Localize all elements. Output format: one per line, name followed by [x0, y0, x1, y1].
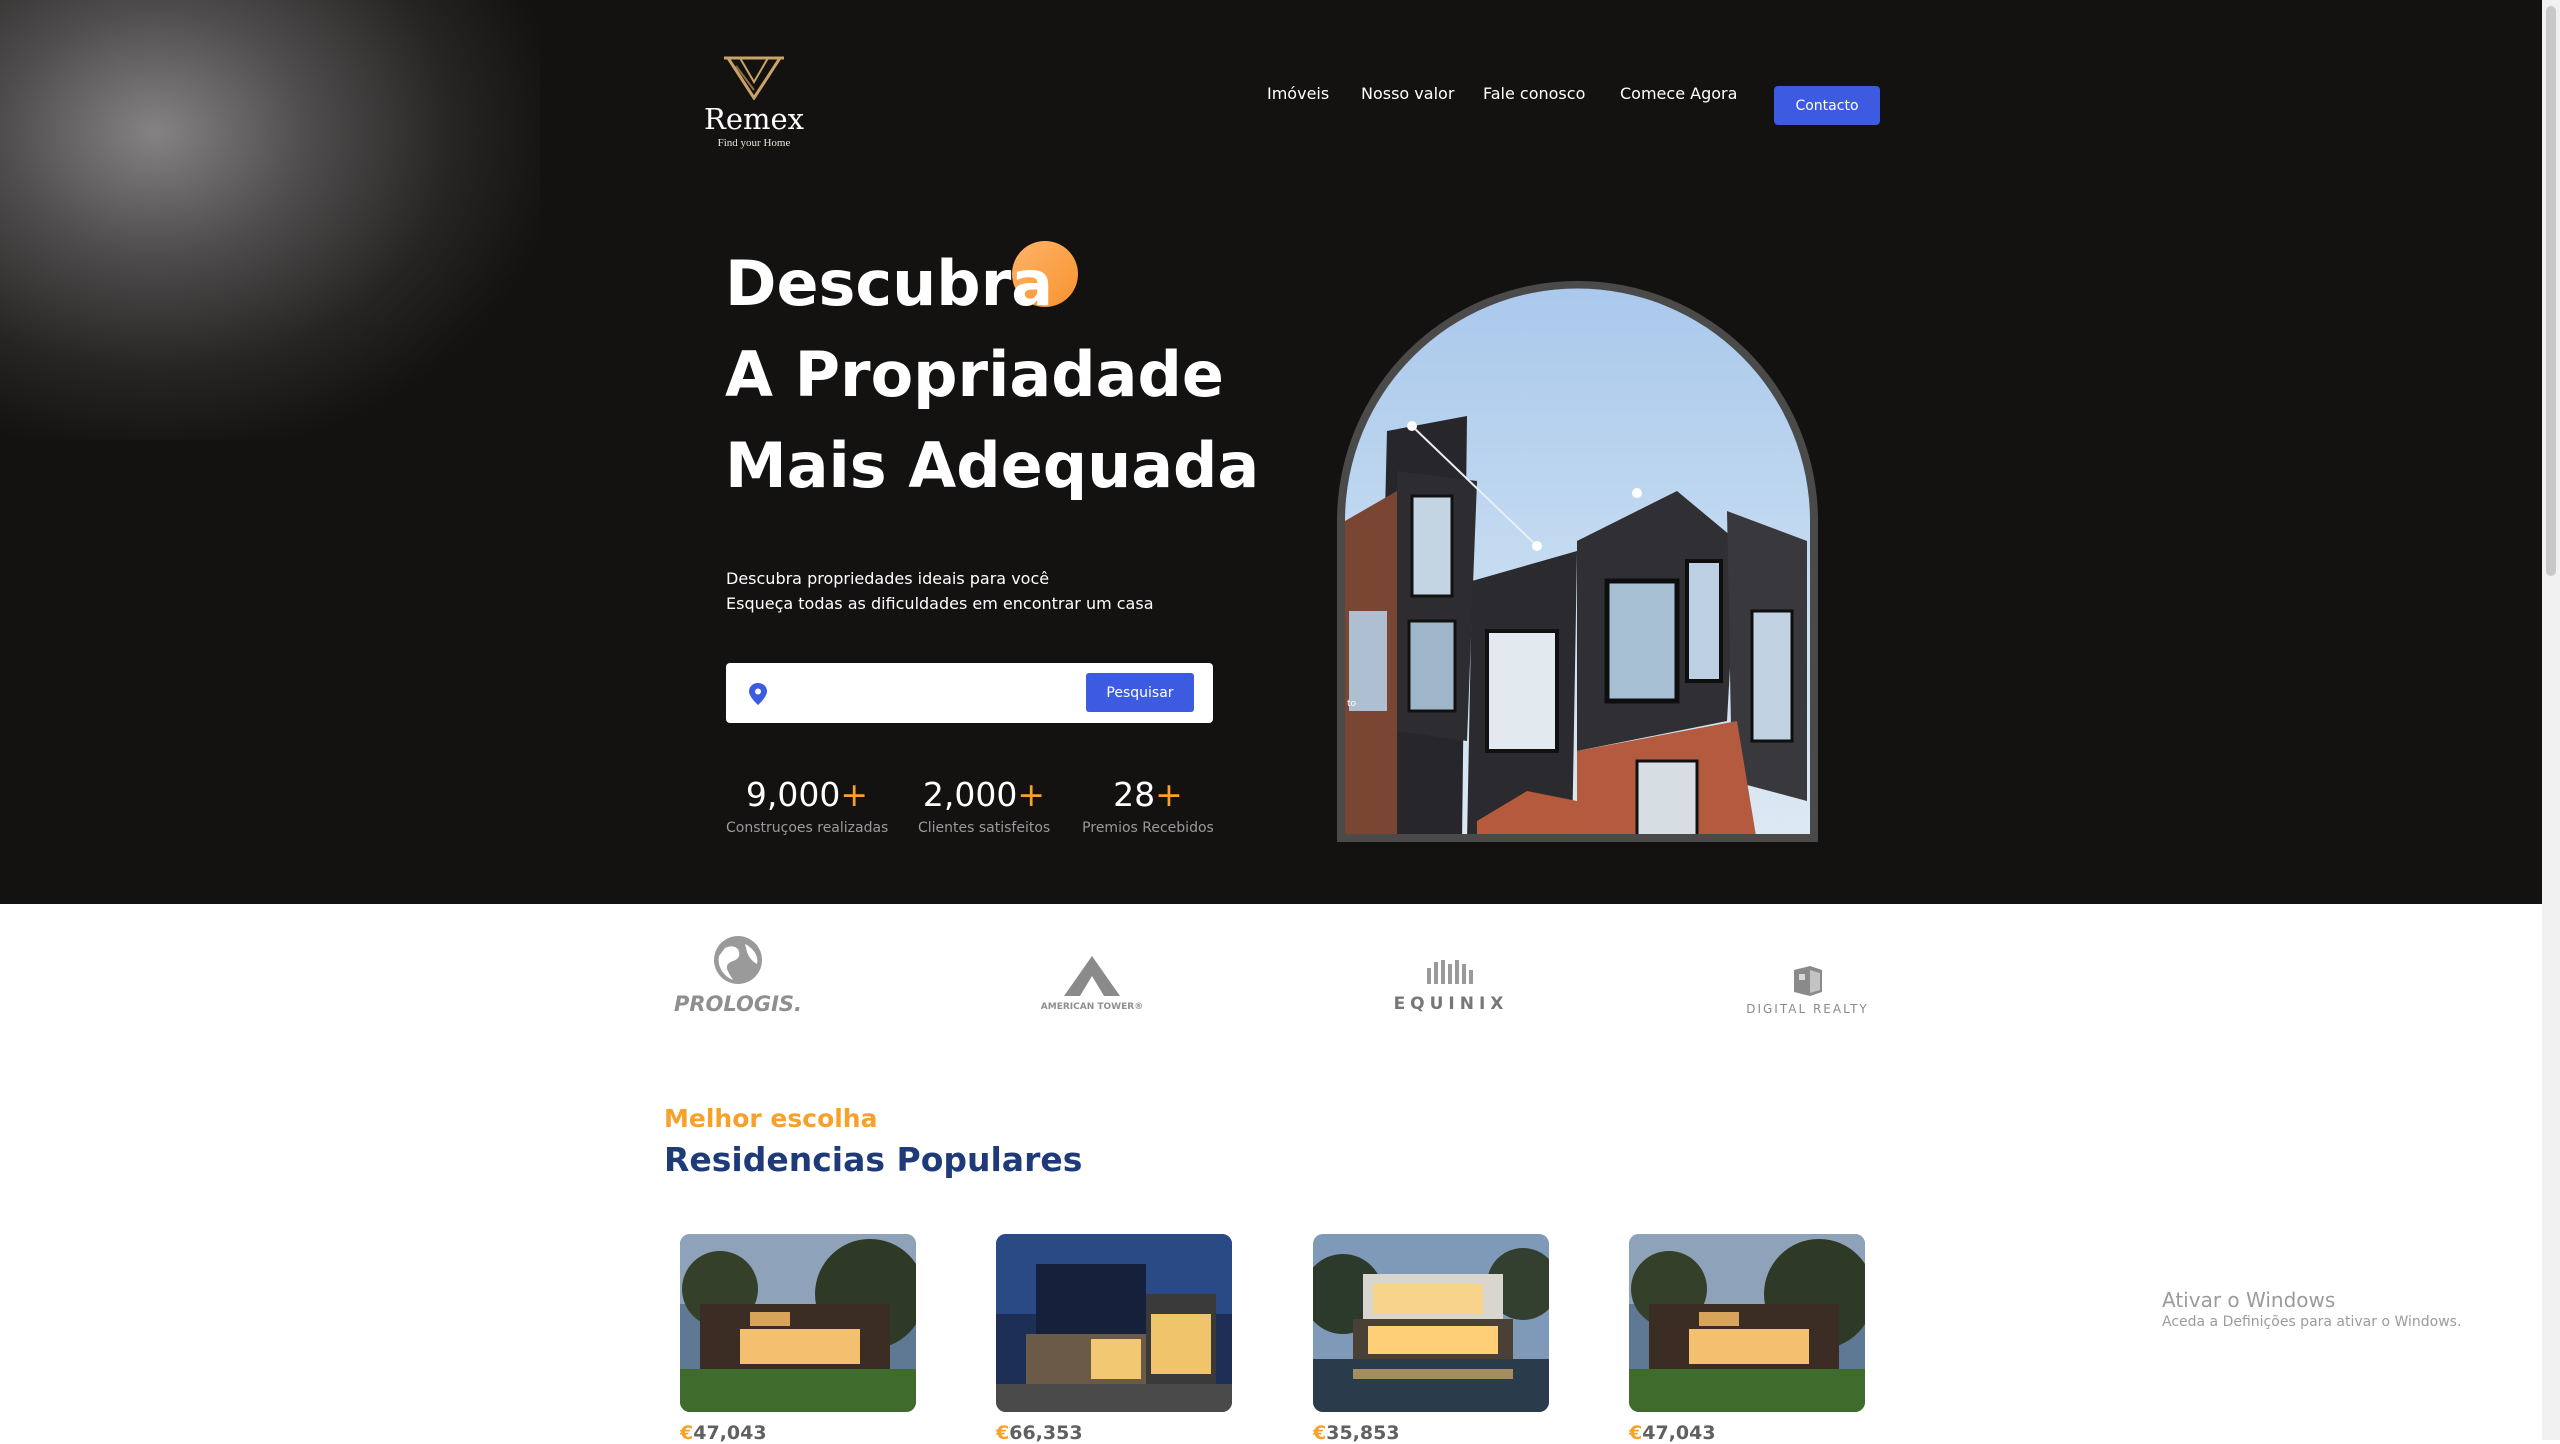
- hero-subtitle-line: Descubra propriedades ideais para você: [726, 569, 1050, 588]
- partner-american-tower: AMERICAN TOWER®: [1017, 956, 1167, 1012]
- hero-title-line: Mais Adequada: [725, 429, 1260, 502]
- partner-equinix: EQUINIX: [1376, 958, 1526, 1014]
- image-stray-text: to: [1347, 699, 1357, 709]
- nav-link-comece-agora[interactable]: Comece Agora: [1620, 84, 1737, 103]
- hero-subtitle-line: Esqueça todas as dificuldades em encontr…: [726, 594, 1154, 613]
- partner-suffix: .: [794, 992, 803, 1016]
- residence-price: 35,853: [1326, 1422, 1400, 1444]
- search-button[interactable]: Pesquisar: [1086, 673, 1194, 712]
- stat-clients: 2,000+ Clientes satisfeitos: [918, 773, 1050, 837]
- price-currency: €: [996, 1422, 1010, 1444]
- watermark-subtitle: Aceda a Definições para ativar o Windows…: [2162, 1314, 2462, 1330]
- nav-link-imoveis[interactable]: Imóveis: [1267, 84, 1329, 103]
- cube-icon: [1793, 966, 1822, 996]
- section-title: Residencias Populares: [664, 1140, 1083, 1179]
- location-pin-icon: [749, 683, 767, 705]
- hero-title-line: Descubra: [725, 247, 1054, 320]
- hero-section: Remex Find your Home Imóveis Nosso valor…: [0, 0, 2542, 904]
- hero-title: Descubra A Propriadade Mais Adequada: [725, 238, 1259, 511]
- stat-label: Clientes satisfeitos: [918, 820, 1051, 836]
- partner-name: DIGITAL REALTY: [1746, 1002, 1869, 1016]
- residence-image: [1313, 1234, 1549, 1412]
- stat-value: 28: [1113, 775, 1156, 814]
- stat-label: Construçoes realizadas: [726, 820, 889, 836]
- nav-link-nosso-valor[interactable]: Nosso valor: [1361, 84, 1454, 103]
- watermark-title: Ativar o Windows: [2162, 1288, 2336, 1312]
- section-eyebrow: Melhor escolha: [664, 1104, 878, 1133]
- price-currency: €: [1313, 1422, 1327, 1444]
- stat-suffix: +: [840, 775, 869, 814]
- residence-price: 47,043: [1642, 1422, 1716, 1444]
- tower-icon: [1064, 956, 1120, 996]
- scrollbar-thumb[interactable]: [2546, 6, 2556, 576]
- hero-title-line: A Propriadade: [725, 338, 1224, 411]
- stat-suffix: +: [1017, 775, 1046, 814]
- brand-logo[interactable]: Remex Find your Home: [700, 54, 808, 150]
- price-currency: €: [680, 1422, 694, 1444]
- residence-image: [1629, 1234, 1865, 1412]
- partner-digital-realty: DIGITAL REALTY: [1730, 964, 1885, 1016]
- background-glow: [0, 0, 540, 440]
- residence-card[interactable]: €66,353: [996, 1234, 1232, 1444]
- globe-icon: [714, 936, 762, 984]
- residence-card[interactable]: €35,853: [1313, 1234, 1549, 1444]
- stat-suffix: +: [1155, 775, 1183, 814]
- stat-value: 2,000: [922, 775, 1018, 814]
- hero-subtitle: Descubra propriedades ideais para você E…: [726, 566, 1154, 616]
- partner-logos: PROLOGIS. AMERICAN TOWER® EQUINIX DIGITA…: [0, 904, 2542, 1054]
- contact-button[interactable]: Contacto: [1774, 86, 1880, 125]
- partner-name: PROLOGIS: [673, 992, 795, 1016]
- brand-tagline: Find your Home: [717, 137, 791, 149]
- residence-image: [680, 1234, 916, 1412]
- hero-building-image: to: [1337, 281, 1818, 842]
- residence-price: 66,353: [1009, 1422, 1083, 1444]
- page-scrollbar[interactable]: [2542, 0, 2560, 1440]
- stat-value: 9,000: [745, 775, 841, 814]
- residence-card[interactable]: €47,043: [1629, 1234, 1865, 1444]
- partner-name: EQUINIX: [1393, 994, 1509, 1014]
- equinix-bars-icon: [1427, 960, 1473, 984]
- search-bar: Pesquisar: [726, 663, 1213, 723]
- brand-name: Remex: [703, 102, 804, 136]
- stat-constructions: 9,000+ Construçoes realizadas: [726, 773, 888, 837]
- partner-name: AMERICAN TOWER: [1040, 1002, 1135, 1012]
- residence-price: 47,043: [693, 1422, 767, 1444]
- diamond-icon: [724, 56, 784, 100]
- windows-activation-watermark: Ativar o Windows Aceda a Definições para…: [2162, 1287, 2461, 1331]
- price-currency: €: [1629, 1422, 1643, 1444]
- stat-awards: 28+ Premios Recebidos: [1081, 773, 1215, 837]
- residence-image: [996, 1234, 1232, 1412]
- stat-label: Premios Recebidos: [1082, 820, 1214, 836]
- partner-suffix: ®: [1134, 1002, 1144, 1012]
- nav-link-fale-conosco[interactable]: Fale conosco: [1483, 84, 1585, 103]
- residence-card[interactable]: €47,043: [680, 1234, 916, 1444]
- partner-prologis: PROLOGIS.: [668, 934, 808, 1016]
